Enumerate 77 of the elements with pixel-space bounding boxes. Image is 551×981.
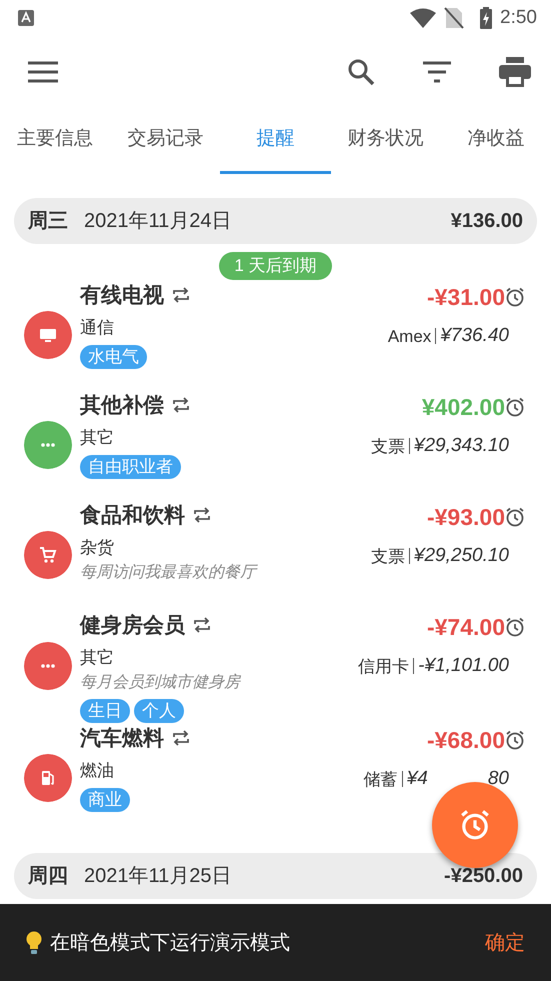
date-label: 2021年11月24日 (84, 209, 232, 234)
category-label: 通信 (80, 317, 115, 339)
tag-label: 水电气 (80, 344, 147, 368)
group-total: -¥250.00 (444, 864, 523, 888)
category-label: 杂货 (80, 537, 115, 559)
battery-icon (480, 7, 492, 29)
search-button[interactable] (347, 58, 375, 86)
alarm-clock-icon (505, 286, 525, 307)
tab[interactable]: 财务状况 (330, 108, 441, 174)
alarm-clock-icon (505, 396, 525, 417)
account-name: 支票 (370, 546, 405, 568)
account-balance: ¥29,343.10 (414, 434, 509, 458)
status-time: 2:50 (500, 6, 537, 30)
alarm-clock-icon (505, 616, 525, 637)
weekday-label: 周四 (28, 864, 68, 888)
tag-label: 生日 (80, 698, 130, 722)
tag-label: 个人 (134, 698, 184, 722)
filter-icon (423, 60, 451, 83)
account-balance: ¥736.40 (440, 324, 509, 348)
filter-button[interactable] (423, 60, 451, 84)
print-button[interactable] (499, 57, 531, 87)
no-sim-icon (444, 7, 464, 29)
menu-icon (28, 60, 58, 83)
alarm-clock-icon (505, 730, 525, 750)
group-total: ¥136.00 (450, 209, 523, 234)
repeat-icon (172, 397, 190, 414)
tag-label: 商业 (80, 788, 130, 812)
reminder-title: 食品和饮料 (80, 502, 185, 528)
account-balance: ¥29,250.10 (414, 544, 509, 568)
date-label: 2021年11月25日 (84, 864, 232, 888)
ok-button[interactable]: 确定 (485, 928, 525, 958)
repeat-icon (193, 617, 211, 634)
amount: -¥74.00 (426, 612, 505, 642)
tag-label: 自由职业者 (80, 454, 181, 478)
reminder-title: 其他补偿 (80, 392, 164, 418)
note-text: 每月会员到城市健身房 (80, 672, 242, 692)
more-icon (24, 420, 72, 468)
category-label: 其它 (80, 427, 115, 449)
repeat-icon (172, 730, 190, 746)
account-balance: -¥1,101.00 (418, 654, 509, 678)
search-icon (347, 58, 375, 86)
tab[interactable]: 提醒 (220, 108, 331, 174)
amount: ¥402.00 (422, 392, 505, 422)
category-label: 燃油 (80, 760, 115, 782)
repeat-icon (193, 507, 211, 524)
tab[interactable]: 交易记录 (110, 108, 220, 174)
print-icon (499, 57, 531, 87)
alarm-clock-icon (505, 506, 525, 527)
account-balance: ¥4 (406, 767, 428, 791)
reminder-title: 有线电视 (80, 282, 164, 308)
account-name: 储蓄 (364, 768, 398, 790)
notification-icon (18, 10, 34, 26)
amount: -¥93.00 (426, 502, 505, 532)
snackbar-message: 在暗色模式下运行演示模式 (50, 930, 291, 956)
cart-icon (24, 530, 72, 578)
tab[interactable]: 主要信息 (0, 108, 110, 174)
amount: -¥68.00 (426, 726, 505, 754)
repeat-icon (172, 287, 190, 304)
reminder-title: 健身房会员 (80, 612, 185, 638)
alarm-clock-icon (459, 809, 491, 841)
reminder-title: 汽车燃料 (80, 726, 164, 752)
due-badge: 1 天后到期 (219, 252, 332, 280)
amount: -¥31.00 (426, 282, 505, 312)
account-name: Amex (388, 326, 432, 348)
menu-button[interactable] (28, 60, 58, 84)
account-name: 支票 (370, 436, 405, 458)
weekday-label: 周三 (28, 209, 68, 234)
account-balance: 80 (488, 767, 509, 791)
more-icon (24, 642, 72, 690)
tab[interactable]: 净收益 (440, 108, 551, 174)
lightbulb-icon (26, 930, 42, 954)
account-name: 信用卡 (358, 656, 410, 678)
wifi-icon (410, 8, 436, 28)
category-label: 其它 (80, 647, 115, 669)
note-text: 每周访问我最喜欢的餐厅 (80, 562, 259, 582)
tv-icon (24, 310, 72, 358)
fuel-pump-icon (24, 754, 72, 802)
